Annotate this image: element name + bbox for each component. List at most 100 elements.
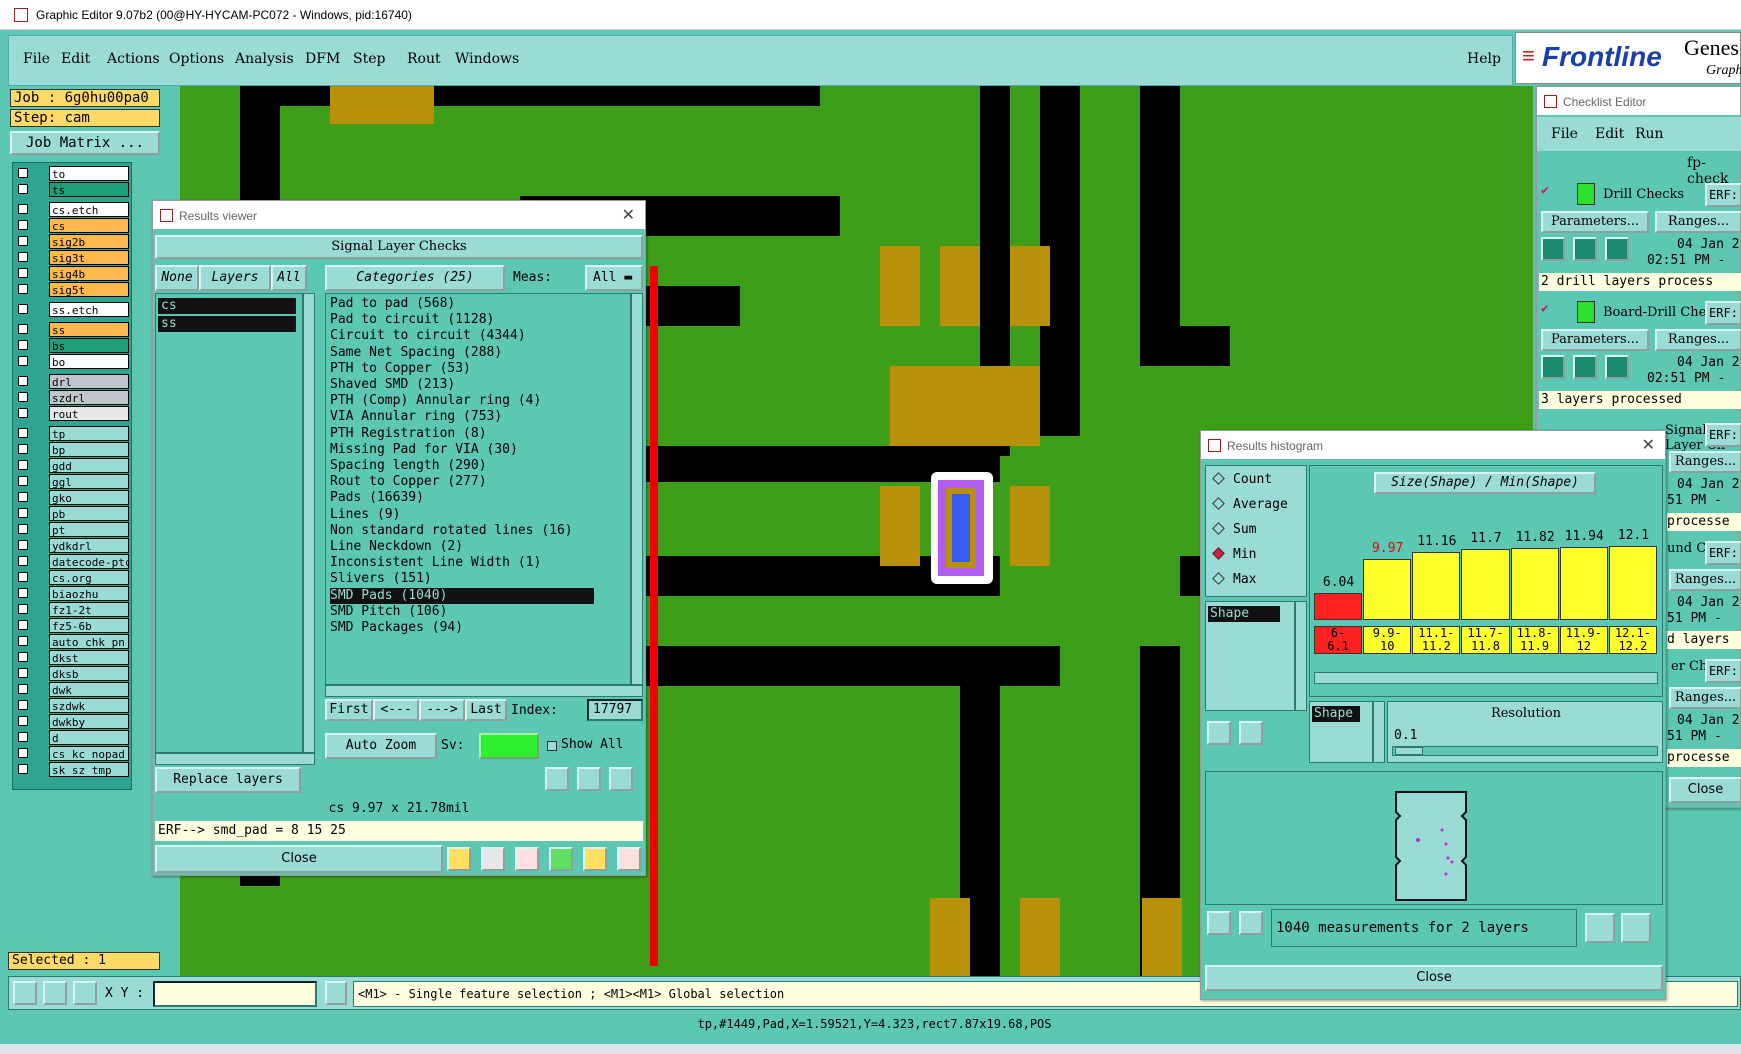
chart-export-icon[interactable] — [1621, 913, 1651, 943]
layer-checkbox[interactable] — [18, 700, 28, 710]
layer-row[interactable]: tp — [15, 426, 129, 441]
erf-button[interactable]: ERF: — [1705, 301, 1741, 325]
del-icon[interactable] — [545, 767, 569, 791]
layer-row[interactable]: sig4b — [15, 266, 129, 281]
layer-checkbox[interactable] — [18, 476, 28, 486]
layer-row[interactable]: szdrl — [15, 390, 129, 405]
category-item[interactable]: PTH (Comp) Annular ring (4) — [330, 393, 594, 409]
category-item[interactable]: Pad to pad (568) — [330, 296, 594, 312]
layer-checkbox[interactable] — [18, 236, 28, 246]
layer-row[interactable]: ss — [15, 322, 129, 337]
result-layer-item[interactable]: cs — [158, 298, 296, 314]
parameters-button[interactable]: Parameters... — [1541, 329, 1649, 351]
layer-row[interactable]: cs.org — [15, 570, 129, 585]
histogram-bar[interactable] — [1510, 547, 1559, 620]
category-item[interactable]: Pads (16639) — [330, 490, 594, 506]
histogram-bar[interactable] — [1363, 559, 1412, 620]
layer-checkbox[interactable] — [18, 620, 28, 630]
erf-button[interactable]: ERF: — [1705, 541, 1741, 565]
category-item[interactable]: VIA Annular ring (753) — [330, 409, 594, 425]
layer-checkbox[interactable] — [18, 668, 28, 678]
layer-checkbox[interactable] — [18, 652, 28, 662]
erf-button[interactable]: ERF: — [1705, 183, 1741, 207]
layer-row[interactable]: d — [15, 730, 129, 745]
category-item[interactable]: Shaved SMD (213) — [330, 377, 594, 393]
run-icon[interactable] — [1605, 237, 1629, 261]
layer-row[interactable]: bo — [15, 354, 129, 369]
menu-windows[interactable]: Windows — [455, 51, 519, 67]
ranges-button[interactable]: Ranges... — [1669, 687, 1741, 709]
layer-checkbox[interactable] — [18, 168, 28, 178]
layer-checkbox[interactable] — [18, 588, 28, 598]
categories-button[interactable]: Categories (25) — [325, 265, 505, 291]
layer-checkbox[interactable] — [18, 340, 28, 350]
slider-thumb[interactable] — [1395, 747, 1423, 755]
run-icon[interactable] — [1605, 355, 1629, 379]
layer-checkbox[interactable] — [18, 392, 28, 402]
category-item[interactable]: Circuit to circuit (4344) — [330, 328, 594, 344]
erf-button[interactable]: ERF: — [1705, 423, 1741, 447]
layer-checkbox[interactable] — [18, 636, 28, 646]
layer-row[interactable]: fz5-6b — [15, 618, 129, 633]
layer-row[interactable]: sk_sz_tmp — [15, 762, 129, 777]
layer-checkbox[interactable] — [18, 284, 28, 294]
shape-tag-scrollbar[interactable] — [1373, 701, 1385, 763]
layers-button[interactable]: Layers — [199, 265, 271, 291]
category-item[interactable]: Inconsistent Line Width (1) — [330, 555, 594, 571]
layer-row[interactable]: dksb — [15, 666, 129, 681]
histogram-bar[interactable] — [1608, 546, 1657, 620]
ref-icon[interactable] — [1239, 911, 1263, 935]
layer-checkbox[interactable] — [18, 356, 28, 366]
sv-color-select[interactable] — [479, 733, 539, 759]
category-item[interactable]: PTH to Copper (53) — [330, 361, 594, 377]
category-item[interactable]: PTH Registration (8) — [330, 426, 594, 442]
run-icon[interactable] — [1573, 237, 1597, 261]
layer-checkbox[interactable] — [18, 252, 28, 262]
tool-icon[interactable] — [549, 847, 573, 871]
histogram-bar[interactable] — [1461, 548, 1510, 620]
show-all-checkbox[interactable] — [547, 741, 557, 751]
category-item[interactable]: Missing Pad for VIA (30) — [330, 442, 594, 458]
layer-checkbox[interactable] — [18, 540, 28, 550]
layer-checkbox[interactable] — [18, 460, 28, 470]
del-icon[interactable] — [1207, 721, 1231, 745]
tool-icon[interactable] — [515, 847, 539, 871]
resolution-slider[interactable] — [1392, 746, 1658, 756]
layer-checkbox[interactable] — [18, 376, 28, 386]
layer-row[interactable]: ggl — [15, 474, 129, 489]
layer-row[interactable]: dwkby — [15, 714, 129, 729]
layer-row[interactable]: cs — [15, 218, 129, 233]
layer-checkbox[interactable] — [18, 732, 28, 742]
layer-row[interactable]: ts — [15, 182, 129, 197]
last-button[interactable]: Last — [465, 699, 507, 721]
ranges-button[interactable]: Ranges... — [1669, 451, 1741, 473]
info-icon[interactable] — [325, 981, 347, 1005]
category-item[interactable]: Lines (9) — [330, 507, 594, 523]
layer-row[interactable]: biaozhu — [15, 586, 129, 601]
close-button[interactable]: Close — [155, 845, 443, 873]
histogram-bar[interactable] — [1412, 551, 1461, 620]
checklist-close-button[interactable]: Close — [1669, 777, 1741, 803]
layer-row[interactable]: cs.etch — [15, 202, 129, 217]
layer-checkbox[interactable] — [18, 408, 28, 418]
replace-layers-select[interactable]: Replace layers — [155, 767, 301, 793]
chart-settings-icon[interactable] — [1585, 913, 1615, 943]
layer-checkbox[interactable] — [18, 220, 28, 230]
layer-checkbox[interactable] — [18, 324, 28, 334]
ranges-button[interactable]: Ranges... — [1655, 211, 1741, 233]
shape-scrollbar[interactable] — [1295, 601, 1307, 711]
mode-radio[interactable]: Max — [1212, 572, 1256, 587]
prev-button[interactable]: <--- — [373, 699, 419, 721]
run-icon[interactable] — [1541, 355, 1565, 379]
menu-rout[interactable]: Rout — [407, 51, 441, 67]
xy-input[interactable] — [153, 981, 317, 1007]
menu-step[interactable]: Step — [353, 51, 385, 67]
tool-icon[interactable] — [583, 847, 607, 871]
layer-row[interactable]: dwk — [15, 682, 129, 697]
layer-checkbox[interactable] — [18, 492, 28, 502]
category-item[interactable]: Rout to Copper (277) — [330, 474, 594, 490]
mode-radio[interactable]: Count — [1212, 472, 1272, 487]
menu-dfm[interactable]: DFM — [305, 51, 340, 67]
close-icon[interactable]: ✕ — [622, 205, 635, 225]
category-item[interactable]: SMD Pads (1040) — [330, 587, 594, 604]
